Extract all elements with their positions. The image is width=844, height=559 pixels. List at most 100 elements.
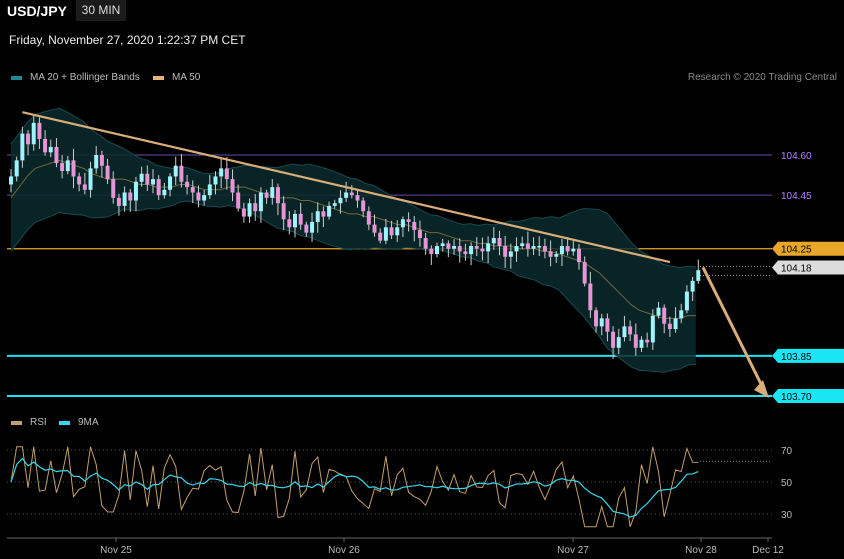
candle (202, 195, 207, 201)
candle (310, 221, 315, 233)
candle (457, 246, 462, 252)
candle (43, 138, 48, 153)
candle (270, 187, 275, 198)
candle (497, 238, 502, 247)
candle (151, 179, 155, 185)
candle (213, 176, 218, 185)
x-tick-label: Nov 27 (557, 545, 589, 556)
candle (406, 219, 411, 222)
candle (332, 203, 337, 206)
rsi-tick-30: 30 (781, 510, 793, 521)
candle (190, 187, 195, 193)
candle (469, 246, 474, 255)
candle (88, 168, 93, 190)
legend-label-rsi: RSI (30, 417, 47, 428)
candle (48, 146, 53, 153)
candle (99, 155, 104, 166)
candle (435, 246, 439, 255)
legend-ma50: MA 50 (153, 72, 200, 83)
candle (361, 200, 366, 212)
candle (503, 246, 508, 257)
projection-arrow-shaft (701, 266, 768, 395)
candle (258, 192, 263, 212)
symbol-title: USD/JPY (7, 3, 67, 19)
candle (224, 168, 229, 180)
candle (37, 122, 42, 139)
candle (26, 133, 31, 145)
legend-swatch-rsi (11, 420, 22, 425)
candle (349, 192, 354, 196)
candle (287, 219, 292, 228)
candle (696, 270, 701, 281)
candle (321, 211, 326, 217)
candle (673, 318, 678, 330)
candle (446, 243, 451, 249)
candle (412, 221, 417, 230)
candle (508, 251, 513, 257)
candle (542, 246, 547, 252)
candle (230, 179, 235, 193)
candle (162, 189, 167, 196)
candle (520, 243, 525, 247)
candle (650, 315, 655, 343)
candle (338, 197, 343, 204)
candle (111, 179, 116, 198)
candle (116, 197, 121, 206)
candle (383, 227, 388, 241)
candle (94, 155, 99, 169)
candle (480, 248, 485, 252)
candle (633, 334, 638, 348)
candle (611, 331, 616, 348)
candle (525, 243, 530, 249)
candle (179, 165, 184, 182)
x-tick-label: Nov 28 (685, 545, 717, 556)
legend-9ma: 9MA (59, 417, 99, 428)
candle (463, 251, 468, 255)
datetime-label: Friday, November 27, 2020 1:22:37 PM CET (9, 33, 246, 47)
candle (241, 208, 246, 217)
candle (491, 238, 496, 244)
candle (65, 160, 70, 172)
candle (355, 195, 360, 201)
candle (486, 243, 491, 252)
candle (645, 339, 650, 343)
candle (372, 224, 377, 233)
copyright-text: Research © 2020 Trading Central (687, 72, 837, 83)
candle (344, 192, 349, 198)
candle (281, 203, 286, 220)
price-label-103.85: 103.85 (781, 352, 812, 363)
candle (577, 248, 581, 263)
candle (582, 262, 587, 284)
candle (253, 203, 258, 212)
candle (395, 227, 400, 236)
candle (275, 187, 280, 204)
candle (429, 248, 434, 255)
candle (605, 318, 610, 332)
candle (196, 192, 201, 201)
timeframe-button[interactable]: 30 MIN (76, 0, 126, 21)
candle (667, 323, 672, 330)
candle (417, 229, 422, 239)
price-label-103.70: 103.70 (781, 392, 812, 403)
candle (514, 246, 519, 252)
candle (298, 213, 303, 225)
candle (219, 168, 224, 177)
price-label-104.60: 104.60 (781, 151, 812, 162)
candle (594, 310, 599, 327)
price-chart: 70 50 30 Nov 25 Nov 26 Nov 27 Nov 28 Dec 12 104… (7, 107, 844, 556)
candle (247, 203, 252, 217)
candle (264, 192, 269, 198)
candle (628, 326, 633, 335)
candle (400, 219, 405, 228)
candle (9, 176, 13, 185)
candle (571, 248, 576, 252)
x-tick-label: Nov 26 (328, 545, 360, 556)
candle (315, 211, 320, 222)
legend-rsi: RSI (11, 417, 47, 428)
candle (565, 246, 570, 252)
candle (185, 181, 190, 188)
candle (554, 254, 559, 257)
x-tick-label: Nov 25 (100, 545, 132, 556)
candle (548, 251, 553, 257)
candle (366, 211, 371, 225)
